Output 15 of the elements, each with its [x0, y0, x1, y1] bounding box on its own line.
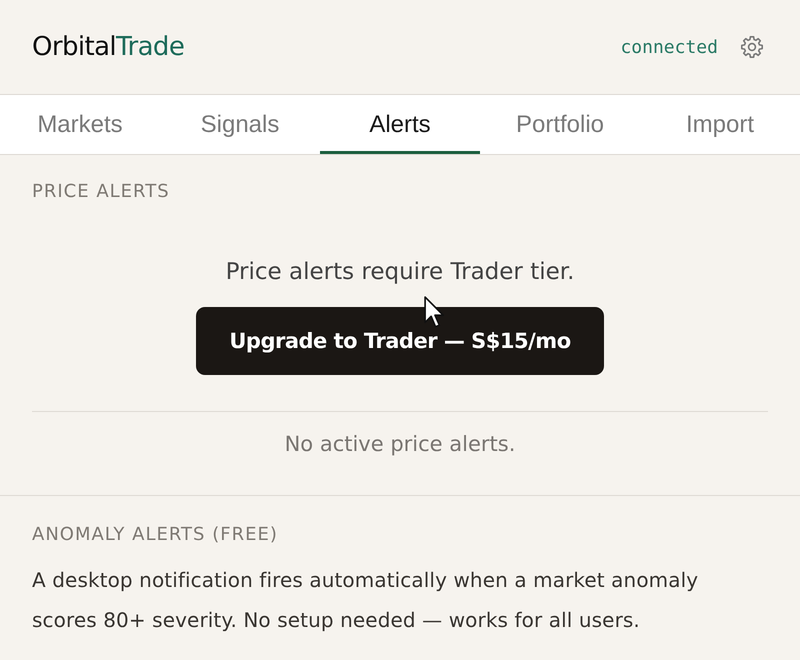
tab[interactable]: Signals [160, 95, 320, 154]
tab[interactable]: Import [640, 95, 800, 154]
section-heading: ANOMALY ALERTS (FREE) [32, 524, 279, 546]
settings-icon[interactable] [740, 35, 764, 59]
description-text: A desktop notification fires automatically when a market anomaly scores 80+ severity. No setup needed — works for all users. [32, 567, 700, 634]
connection-status: connected [620, 36, 718, 58]
tab[interactable]: Alerts [320, 95, 480, 154]
upgrade-message: Price alerts require Trader tier. [224, 258, 576, 286]
upgrade-button[interactable]: Upgrade to Trader — S$15/mo [196, 307, 604, 375]
tab[interactable]: Markets [0, 95, 160, 154]
mouse-pointer-icon [424, 296, 446, 329]
tab[interactable]: Portfolio [480, 95, 640, 154]
section-heading: PRICE ALERTS [32, 181, 171, 203]
app-logo: OrbitalTrade [32, 32, 184, 62]
empty-state-text: No active price alerts. [284, 431, 516, 457]
